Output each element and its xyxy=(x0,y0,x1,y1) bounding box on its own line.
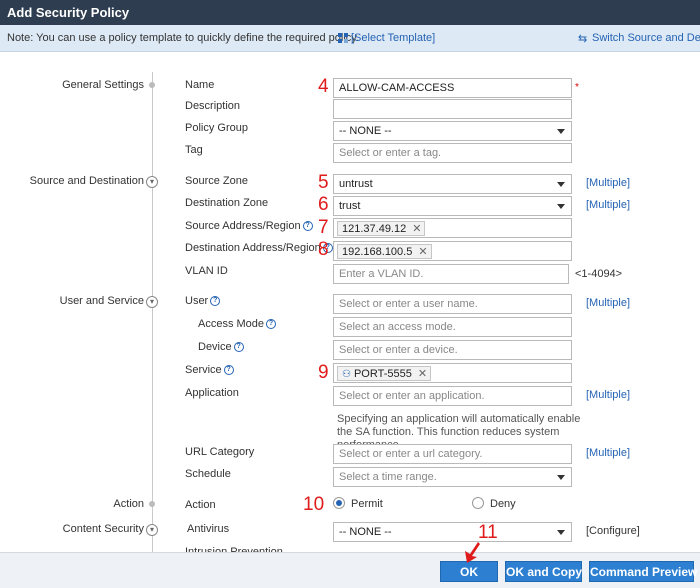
annotation-9: 9 xyxy=(318,362,329,383)
collapse-source-dest-icon[interactable]: ▾ xyxy=(146,176,158,188)
ok-button[interactable]: OK xyxy=(440,561,498,582)
dest-address-input[interactable]: 192.168.100.5 ✕ xyxy=(333,241,572,261)
policy-group-select[interactable]: -- NONE -- xyxy=(333,121,572,141)
device-label: Device? xyxy=(198,341,244,353)
permit-label: Permit xyxy=(351,498,383,510)
annotation-4: 4 xyxy=(318,76,329,97)
section-divider-line xyxy=(152,72,153,552)
section-dot-icon xyxy=(149,501,155,507)
permit-radio[interactable] xyxy=(333,497,345,509)
section-content-security: Content Security xyxy=(62,523,144,535)
ok-and-copy-button[interactable]: OK and Copy xyxy=(505,561,582,582)
remove-tag-icon[interactable]: ✕ xyxy=(412,223,421,235)
help-icon[interactable]: ? xyxy=(266,319,277,330)
deny-label: Deny xyxy=(490,498,516,510)
dest-zone-multiple-link[interactable]: [Multiple] xyxy=(586,199,630,211)
antivirus-select[interactable]: -- NONE -- xyxy=(333,522,572,542)
url-category-input[interactable]: Select or enter a url category. xyxy=(333,444,572,464)
application-input[interactable]: Select or enter an application. xyxy=(333,386,572,406)
section-dot-icon xyxy=(149,82,155,88)
vlan-id-input[interactable]: Enter a VLAN ID. xyxy=(333,264,569,284)
antivirus-configure-link[interactable]: [Configure] xyxy=(586,525,640,537)
user-multiple-link[interactable]: [Multiple] xyxy=(586,297,630,309)
dest-zone-select[interactable]: trust xyxy=(333,196,572,216)
source-zone-select[interactable]: untrust xyxy=(333,174,572,194)
section-user-service: User and Service xyxy=(59,295,144,307)
annotation-10: 10 xyxy=(303,494,325,515)
annotation-7: 7 xyxy=(318,217,329,238)
arrow-pointer-icon xyxy=(465,542,480,563)
section-action: Action xyxy=(113,498,144,510)
remove-tag-icon[interactable]: ✕ xyxy=(418,246,427,258)
deny-radio[interactable] xyxy=(472,497,484,509)
section-source-destination: Source and Destination xyxy=(29,175,144,187)
tag-input[interactable]: Select or enter a tag. xyxy=(333,143,572,163)
application-multiple-link[interactable]: [Multiple] xyxy=(586,389,630,401)
dest-address-tag: 192.168.100.5 ✕ xyxy=(337,244,432,259)
name-label: Name xyxy=(185,79,215,91)
vlan-id-label: VLAN ID xyxy=(185,265,228,277)
annotation-8: 8 xyxy=(318,239,329,260)
url-category-label: URL Category xyxy=(185,446,255,458)
service-input[interactable]: ⚇ PORT-5555 ✕ xyxy=(333,363,572,383)
remove-tag-icon[interactable]: ✕ xyxy=(418,368,427,380)
url-category-multiple-link[interactable]: [Multiple] xyxy=(586,447,630,459)
source-zone-multiple-link[interactable]: [Multiple] xyxy=(586,177,630,189)
service-object-icon: ⚇ xyxy=(342,369,351,380)
template-icon[interactable] xyxy=(338,33,348,43)
access-mode-label: Access Mode? xyxy=(198,318,277,330)
dest-address-label: Destination Address/Region? xyxy=(185,242,333,254)
source-zone-label: Source Zone xyxy=(185,175,248,187)
access-mode-input[interactable]: Select an access mode. xyxy=(333,317,572,337)
note-text: Note: You can use a policy template to q… xyxy=(7,32,360,44)
help-icon[interactable]: ? xyxy=(210,296,221,307)
description-input[interactable] xyxy=(333,99,572,119)
source-address-tag: 121.37.49.12 ✕ xyxy=(337,221,426,236)
policy-group-label: Policy Group xyxy=(185,122,248,134)
description-label: Description xyxy=(185,100,241,112)
note-bar: Note: You can use a policy template to q… xyxy=(0,25,700,52)
command-preview-button[interactable]: Command Preview xyxy=(589,561,697,582)
source-address-input[interactable]: 121.37.49.12 ✕ xyxy=(333,218,572,238)
service-tag: ⚇ PORT-5555 ✕ xyxy=(337,366,432,381)
collapse-content-security-icon[interactable]: ▾ xyxy=(146,524,158,536)
source-address-label: Source Address/Region? xyxy=(185,220,313,232)
user-label: User? xyxy=(185,295,221,307)
application-label: Application xyxy=(185,387,239,399)
antivirus-label: Antivirus xyxy=(187,523,230,535)
name-input[interactable]: ALLOW-CAM-ACCESS xyxy=(333,78,572,98)
dest-zone-label: Destination Zone xyxy=(185,197,269,209)
schedule-select[interactable]: Select a time range. xyxy=(333,467,572,487)
device-input[interactable]: Select or enter a device. xyxy=(333,340,572,360)
collapse-user-service-icon[interactable]: ▾ xyxy=(146,296,158,308)
help-icon[interactable]: ? xyxy=(223,365,234,376)
switch-source-dest-link[interactable]: Switch Source and Desti xyxy=(592,32,700,44)
dialog-title: Add Security Policy xyxy=(0,0,700,25)
swap-icon[interactable]: ⇆ xyxy=(578,32,587,45)
vlan-range-hint: <1-4094> xyxy=(575,268,623,280)
select-template-link[interactable]: [Select Template] xyxy=(351,32,435,44)
action-label: Action xyxy=(185,499,216,511)
section-general-settings: General Settings xyxy=(62,79,144,91)
annotation-6: 6 xyxy=(318,194,329,215)
service-label: Service? xyxy=(185,364,234,376)
tag-label: Tag xyxy=(185,144,203,156)
user-input[interactable]: Select or enter a user name. xyxy=(333,294,572,314)
help-icon[interactable]: ? xyxy=(302,221,313,232)
required-mark: * xyxy=(575,82,579,93)
help-icon[interactable]: ? xyxy=(233,342,244,353)
schedule-label: Schedule xyxy=(185,468,231,480)
annotation-5: 5 xyxy=(318,172,329,193)
